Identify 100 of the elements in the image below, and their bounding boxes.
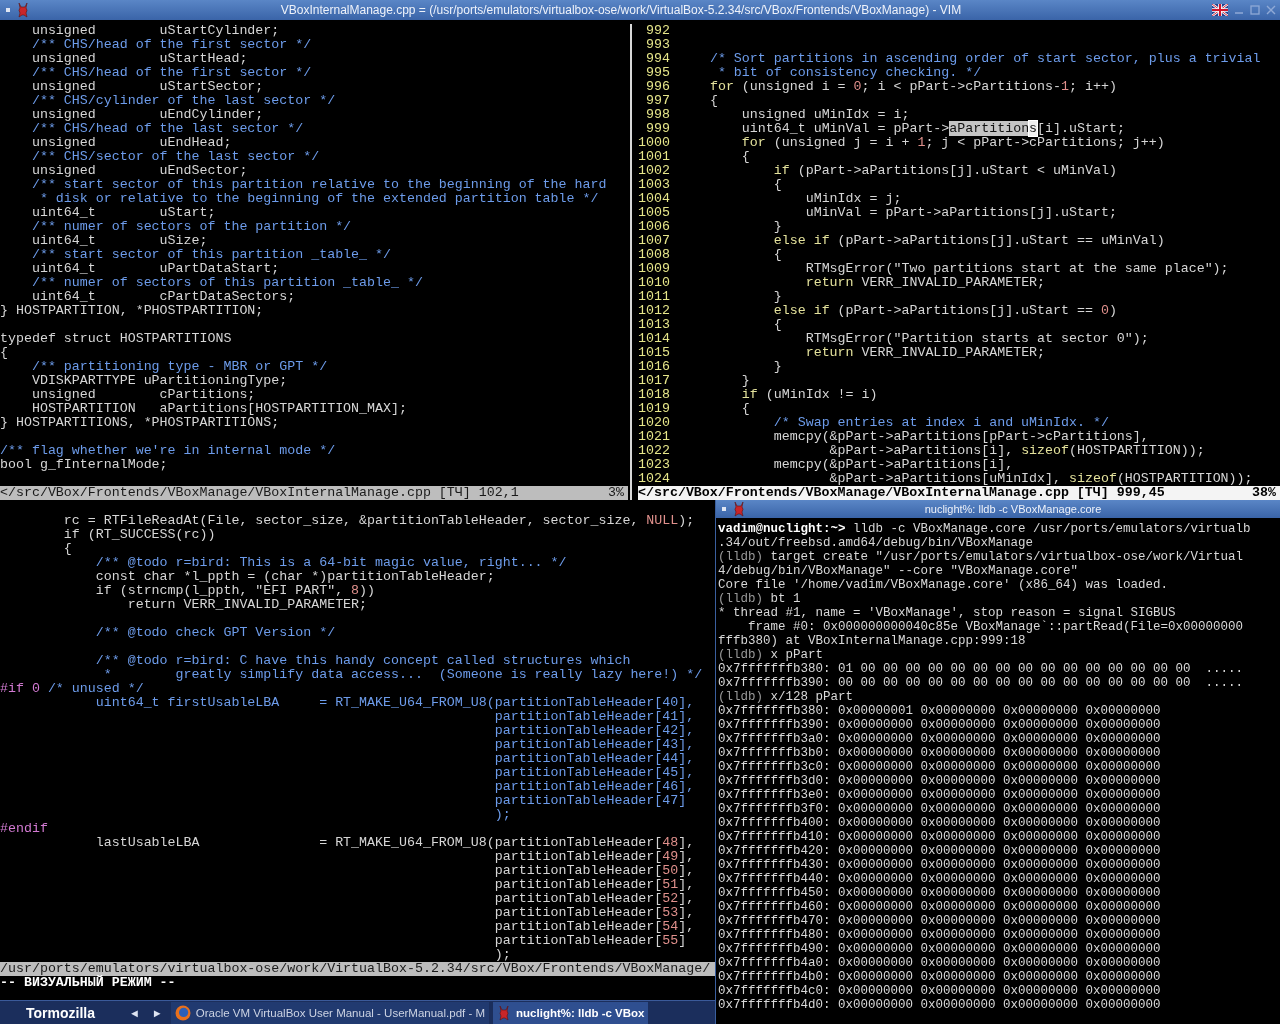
code-comment: /** numer of sectors of the partition */ <box>30 220 353 234</box>
line-number: 1016 <box>638 360 670 374</box>
line-number: 1024 <box>638 472 670 486</box>
line-number: 1001 <box>638 150 670 164</box>
taskbar-task-button[interactable]: nuclight%: lldb -c VBox <box>493 1001 649 1024</box>
terminal-output-line: 0x7fffffffb460: 0x00000000 0x00000000 0x00000000 0x00000000 <box>718 900 1162 914</box>
file-path-text: </src/VBox/Frontends/VBoxManage/VBoxInternalManage.cpp [ТЧ] 999,45 <box>638 486 1165 500</box>
daemon-icon <box>497 1004 512 1021</box>
line-number: 993 <box>645 38 670 52</box>
code-line: unsigned uEndCylinder; <box>30 108 265 122</box>
window-menu-icon[interactable] <box>722 507 726 511</box>
scroll-right-button[interactable]: ► <box>147 1006 167 1019</box>
window-menu-icon[interactable] <box>6 8 10 12</box>
line-number: 1005 <box>638 206 670 220</box>
code-line: unsigned uEndHead; <box>30 136 233 150</box>
shell-command-line: vadim@nuclight:~> lldb -c VBoxManage.core /usr/ports/emulators/virtualb <box>718 522 1252 536</box>
code-line: partitionTableHeader[53], <box>493 906 696 920</box>
line-number: 1002 <box>638 164 670 178</box>
scroll-left-button[interactable]: ◄ <box>124 1006 144 1019</box>
code-comment: partitionTableHeader[43], <box>493 738 696 752</box>
code-line: partitionTableHeader[52], <box>493 892 696 906</box>
file-path-text: /usr/ports/emulators/virtualbox-ose/work/VirtualBox-5.2.34/src/VBox/Frontends/VBoxManage/ <box>0 962 711 976</box>
terminal-output-line: fffb380) at VBoxInternalManage.cpp:999:18 <box>718 634 1027 648</box>
terminal-output-line: 0x7fffffffb450: 0x00000000 0x00000000 0x00000000 0x00000000 <box>718 886 1162 900</box>
code-line: bool g_fInternalMode; <box>0 458 169 472</box>
window-title: VBoxInternalManage.cpp = (/usr/ports/emulators/virtualbox-ose/work/VirtualBox-5.2.34/src/VBox/Frontends/VBoxManage) - VIM <box>279 3 963 17</box>
terminal-output-line: * thread #1, name = 'VBoxManage', stop reason = signal SIGBUS <box>718 606 1177 620</box>
code-comment: /** flag whether we're in internal mode */ <box>0 444 337 458</box>
code-line: } <box>740 374 750 388</box>
code-line: { <box>772 318 782 332</box>
code-comment: partitionTableHeader[44], <box>493 752 696 766</box>
line-number: 992 <box>645 24 670 38</box>
daemon-icon <box>732 501 746 517</box>
code-line: lastUsableLBA = RT_MAKE_U64_FROM_U8(partitionTableHeader[48], <box>94 836 696 850</box>
line-number: 1011 <box>638 290 670 304</box>
code-line: return VERR_INVALID_PARAMETER; <box>804 276 1046 290</box>
close-icon[interactable] <box>1266 5 1276 15</box>
line-number: 995 <box>645 66 670 80</box>
line-number: 1003 <box>638 178 670 192</box>
code-comment: ); <box>493 808 512 822</box>
globe-icon <box>174 1004 191 1021</box>
line-number: 1019 <box>638 402 670 416</box>
code-line: rc = RTFileReadAt(File, sector_size, &partitionTableHeader, sector_size, NULL); <box>62 514 696 528</box>
line-number: 996 <box>645 80 670 94</box>
line-number: 1014 <box>638 332 670 346</box>
terminal-output-line: .34/out/freebsd.amd64/debug/bin/VBoxManage <box>718 536 1035 550</box>
terminal-output-line: 0x7fffffffb490: 0x00000000 0x00000000 0x00000000 0x00000000 <box>718 942 1162 956</box>
terminal-output-line: frame #0: 0x000000000040c85e VBoxManage`::partRead(File=0x00000000 <box>747 620 1245 634</box>
terminal-output-line: 0x7fffffffb390: 0x00000000 0x00000000 0x00000000 0x00000000 <box>718 718 1162 732</box>
terminal-output-line: 0x7fffffffb410: 0x00000000 0x00000000 0x00000000 0x00000000 <box>718 830 1162 844</box>
code-line: typedef struct HOSTPARTITIONS <box>0 332 233 346</box>
code-comment: /** CHS/head of the last sector */ <box>30 122 305 136</box>
line-number: 998 <box>645 108 670 122</box>
code-line: ); <box>493 948 512 962</box>
code-comment: * greatly simplify data access... (Someone is really lazy here!) */ <box>102 668 704 682</box>
code-line: { <box>772 178 782 192</box>
code-line: { <box>62 542 73 556</box>
taskbar-task-button[interactable]: Oracle VM VirtualBox User Manual - UserManual.pdf - M <box>170 1001 490 1024</box>
code-line: HOSTPARTITION aPartitions[HOSTPARTITION_MAX]; <box>30 402 408 416</box>
code-line: { <box>0 346 9 360</box>
line-number: 999 <box>645 122 670 136</box>
code-line: { <box>772 248 782 262</box>
code-line: { <box>708 94 718 108</box>
terminal-output-line: 0x7fffffffb390: 00 00 00 00 00 00 00 00 00 00 00 00 00 00 00 00 ..... <box>718 676 1245 690</box>
line-number: 1012 <box>638 304 670 318</box>
line-number: 1009 <box>638 262 670 276</box>
code-line: else if (pPart->aPartitions[j].uStart == 0) <box>772 304 1117 318</box>
code-line: partitionTableHeader[49], <box>493 850 696 864</box>
code-comment: /** start sector of this partition relative to the beginning of the hard <box>30 178 608 192</box>
line-number: 1015 <box>638 346 670 360</box>
code-comment: uint64_t firstUsableLBA = RT_MAKE_U64_FROM_U8(partitionTableHeader[40], <box>94 696 696 710</box>
code-line: uint64_t uStart; <box>30 206 217 220</box>
code-comment: /** numer of sectors of this partition _table_ */ <box>30 276 424 290</box>
code-comment: /** start sector of this partition _table_ */ <box>30 248 392 262</box>
terminal-output-line: 0x7fffffffb3c0: 0x00000000 0x00000000 0x00000000 0x00000000 <box>718 760 1162 774</box>
code-comment: /** CHS/head of the first sector */ <box>30 66 313 80</box>
code-line: unsigned uStartSector; <box>30 80 265 94</box>
line-number: 1007 <box>638 234 670 248</box>
flag-icon[interactable] <box>1212 4 1228 16</box>
code-line: partitionTableHeader[51], <box>493 878 696 892</box>
code-line: } HOSTPARTITIONS, *PHOSTPARTITIONS; <box>0 416 281 430</box>
code-line: uint64_t uPartDataStart; <box>30 262 281 276</box>
code-comment: /* Swap entries at index i and uMinIdx. */ <box>772 416 1109 430</box>
terminal-output-line: 0x7fffffffb430: 0x00000000 0x00000000 0x00000000 0x00000000 <box>718 858 1162 872</box>
terminal-output-line: 0x7fffffffb4a0: 0x00000000 0x00000000 0x00000000 0x00000000 <box>718 956 1162 970</box>
code-line: unsigned uStartCylinder; <box>30 24 281 38</box>
code-line: RTMsgError("Partition starts at sector 0"); <box>804 332 1149 346</box>
code-line: &pPart->aPartitions[i], sizeof(HOSTPARTITION)); <box>828 444 1205 458</box>
terminal-output-line: 0x7fffffffb3a0: 0x00000000 0x00000000 0x00000000 0x00000000 <box>718 732 1162 746</box>
line-number: 1010 <box>638 276 670 290</box>
start-menu-button[interactable]: Tormozilla <box>22 1004 99 1021</box>
code-line: unsigned uEndSector; <box>30 164 249 178</box>
line-number: 1004 <box>638 192 670 206</box>
maximize-icon[interactable] <box>1250 5 1260 15</box>
line-number: 997 <box>645 94 670 108</box>
line-number: 1017 <box>638 374 670 388</box>
terminal-output-line: 4/debug/bin/VBoxManage" --core "VBoxManage.core" <box>718 564 1080 578</box>
terminal-output-line: 0x7fffffffb4b0: 0x00000000 0x00000000 0x00000000 0x00000000 <box>718 970 1162 984</box>
code-line: unsigned uMinIdx = i; <box>740 108 910 122</box>
terminal-output-line: 0x7fffffffb400: 0x00000000 0x00000000 0x00000000 0x00000000 <box>718 816 1162 830</box>
